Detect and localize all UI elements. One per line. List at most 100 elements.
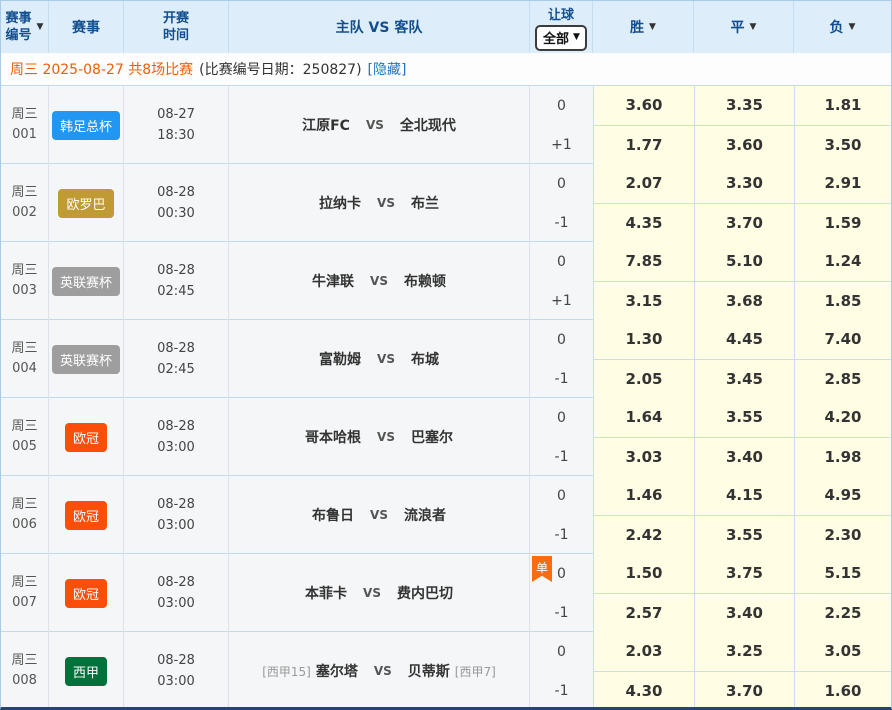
match-date: 08-28 xyxy=(157,650,195,671)
lose-odds-bottom[interactable]: 1.59 xyxy=(794,204,891,243)
lose-odds-col: 7.40 2.85 xyxy=(794,320,891,398)
draw-odds-top[interactable]: 4.15 xyxy=(694,476,794,516)
header-teams-label: 主队 VS 客队 xyxy=(336,17,423,37)
win-odds-top[interactable]: 2.03 xyxy=(593,632,694,672)
event-no-cell: 周三 004 xyxy=(1,320,49,398)
lose-odds-bottom[interactable]: 1.98 xyxy=(794,438,891,477)
time-cell: 08-28 00:30 xyxy=(124,164,229,242)
win-odds-top[interactable]: 1.64 xyxy=(593,398,694,438)
lose-odds-col: 3.05 1.60 xyxy=(794,632,891,710)
hide-link[interactable]: [隐藏] xyxy=(368,59,407,79)
win-odds-top[interactable]: 1.46 xyxy=(593,476,694,516)
vs-label: VS xyxy=(363,586,381,600)
lose-odds-top[interactable]: 7.40 xyxy=(794,320,891,360)
lose-odds-col: 2.91 1.59 xyxy=(794,164,891,242)
win-odds-bottom[interactable]: 3.15 xyxy=(593,282,694,321)
chevron-down-icon[interactable]: ▼ xyxy=(849,22,856,32)
win-odds-top[interactable]: 2.07 xyxy=(593,164,694,204)
draw-odds-bottom[interactable]: 3.70 xyxy=(694,204,794,243)
win-odds-bottom[interactable]: 4.35 xyxy=(593,204,694,243)
lose-odds-bottom[interactable]: 1.85 xyxy=(794,282,891,321)
win-odds-bottom[interactable]: 4.30 xyxy=(593,672,694,710)
event-number: 003 xyxy=(11,281,37,301)
match-date: 08-28 xyxy=(157,338,195,359)
time-cell: 08-28 03:00 xyxy=(124,398,229,476)
draw-odds-bottom[interactable]: 3.68 xyxy=(694,282,794,321)
header-win[interactable]: 胜 ▼ xyxy=(593,1,694,53)
draw-odds-bottom[interactable]: 3.40 xyxy=(694,594,794,633)
handicap-cell: 0 +1 xyxy=(530,86,593,164)
lose-odds-bottom[interactable]: 1.60 xyxy=(794,672,891,710)
time-cell: 08-28 03:00 xyxy=(124,476,229,554)
win-odds-bottom[interactable]: 2.57 xyxy=(593,594,694,633)
draw-odds-bottom[interactable]: 3.70 xyxy=(694,672,794,710)
league-badge: 欧罗巴 xyxy=(58,189,113,218)
header-event-no-line1: 赛事 xyxy=(6,10,32,27)
draw-odds-bottom[interactable]: 3.40 xyxy=(694,438,794,477)
handicap-cell: 0 -1 xyxy=(530,398,593,476)
win-odds-top[interactable]: 3.60 xyxy=(593,86,694,126)
draw-odds-col: 3.35 3.60 xyxy=(694,86,794,164)
lose-odds-top[interactable]: 4.95 xyxy=(794,476,891,516)
draw-odds-top[interactable]: 3.35 xyxy=(694,86,794,126)
win-odds-col: 2.07 4.35 xyxy=(593,164,694,242)
lose-odds-bottom[interactable]: 2.85 xyxy=(794,360,891,399)
draw-odds-bottom[interactable]: 3.60 xyxy=(694,126,794,165)
handicap-filter-select[interactable]: 全部 ▼ xyxy=(535,25,587,51)
event-day: 周三 xyxy=(11,495,37,515)
table-row: 周三 004 英联赛杯 08-28 02:45 富勒姆 VS 布城 0 -1 1… xyxy=(1,320,891,398)
chevron-down-icon[interactable]: ▼ xyxy=(37,22,44,32)
date-bar: 周三 2025-08-27 共8场比赛 (比赛编号日期：250827) [隐藏] xyxy=(1,53,891,86)
win-odds-bottom[interactable]: 1.77 xyxy=(593,126,694,165)
draw-odds-bottom[interactable]: 3.55 xyxy=(694,516,794,555)
header-lose[interactable]: 负 ▼ xyxy=(794,1,891,53)
away-team: 布城 xyxy=(411,349,439,369)
header-draw[interactable]: 平 ▼ xyxy=(694,1,794,53)
lose-odds-top[interactable]: 1.81 xyxy=(794,86,891,126)
chevron-down-icon[interactable]: ▼ xyxy=(649,22,656,32)
lose-odds-top[interactable]: 3.05 xyxy=(794,632,891,672)
home-rank-tag: [西甲15] xyxy=(262,663,311,680)
match-date: 08-28 xyxy=(157,494,195,515)
league-cell: 西甲 xyxy=(49,632,124,710)
lose-odds-top[interactable]: 5.15 xyxy=(794,554,891,594)
match-time: 18:30 xyxy=(157,125,195,146)
match-date: 08-28 xyxy=(157,182,195,203)
win-odds-bottom[interactable]: 3.03 xyxy=(593,438,694,477)
win-odds-bottom[interactable]: 2.42 xyxy=(593,516,694,555)
league-cell: 英联赛杯 xyxy=(49,320,124,398)
win-odds-top[interactable]: 1.50 xyxy=(593,554,694,594)
match-date: 08-28 xyxy=(157,572,195,593)
handicap-cell: 0 +1 xyxy=(530,242,593,320)
draw-odds-top[interactable]: 4.45 xyxy=(694,320,794,360)
lose-odds-col: 5.15 2.25 xyxy=(794,554,891,632)
handicap-value-bottom: -1 xyxy=(530,671,593,710)
lose-odds-bottom[interactable]: 2.25 xyxy=(794,594,891,633)
draw-odds-top[interactable]: 3.75 xyxy=(694,554,794,594)
event-no-cell: 周三 002 xyxy=(1,164,49,242)
home-team: 布鲁日 xyxy=(312,505,354,525)
event-number: 005 xyxy=(11,437,37,457)
lose-odds-top[interactable]: 2.91 xyxy=(794,164,891,204)
league-cell: 韩足总杯 xyxy=(49,86,124,164)
handicap-value-bottom: -1 xyxy=(530,515,593,554)
handicap-value-top: 0 xyxy=(530,476,593,515)
lose-odds-bottom[interactable]: 2.30 xyxy=(794,516,891,555)
win-odds-bottom[interactable]: 2.05 xyxy=(593,360,694,399)
lose-odds-bottom[interactable]: 3.50 xyxy=(794,126,891,165)
win-odds-top[interactable]: 1.30 xyxy=(593,320,694,360)
header-event-no[interactable]: 赛事 编号 ▼ xyxy=(1,1,49,53)
vs-label: VS xyxy=(370,274,388,288)
chevron-down-icon[interactable]: ▼ xyxy=(750,22,757,32)
draw-odds-top[interactable]: 3.30 xyxy=(694,164,794,204)
lose-odds-top[interactable]: 1.24 xyxy=(794,242,891,282)
lose-odds-top[interactable]: 4.20 xyxy=(794,398,891,438)
draw-odds-top[interactable]: 3.55 xyxy=(694,398,794,438)
match-time: 02:45 xyxy=(157,281,195,302)
win-odds-top[interactable]: 7.85 xyxy=(593,242,694,282)
header-handicap-label: 让球 xyxy=(548,4,574,23)
draw-odds-top[interactable]: 5.10 xyxy=(694,242,794,282)
handicap-value-bottom: -1 xyxy=(530,203,593,242)
draw-odds-bottom[interactable]: 3.45 xyxy=(694,360,794,399)
draw-odds-top[interactable]: 3.25 xyxy=(694,632,794,672)
